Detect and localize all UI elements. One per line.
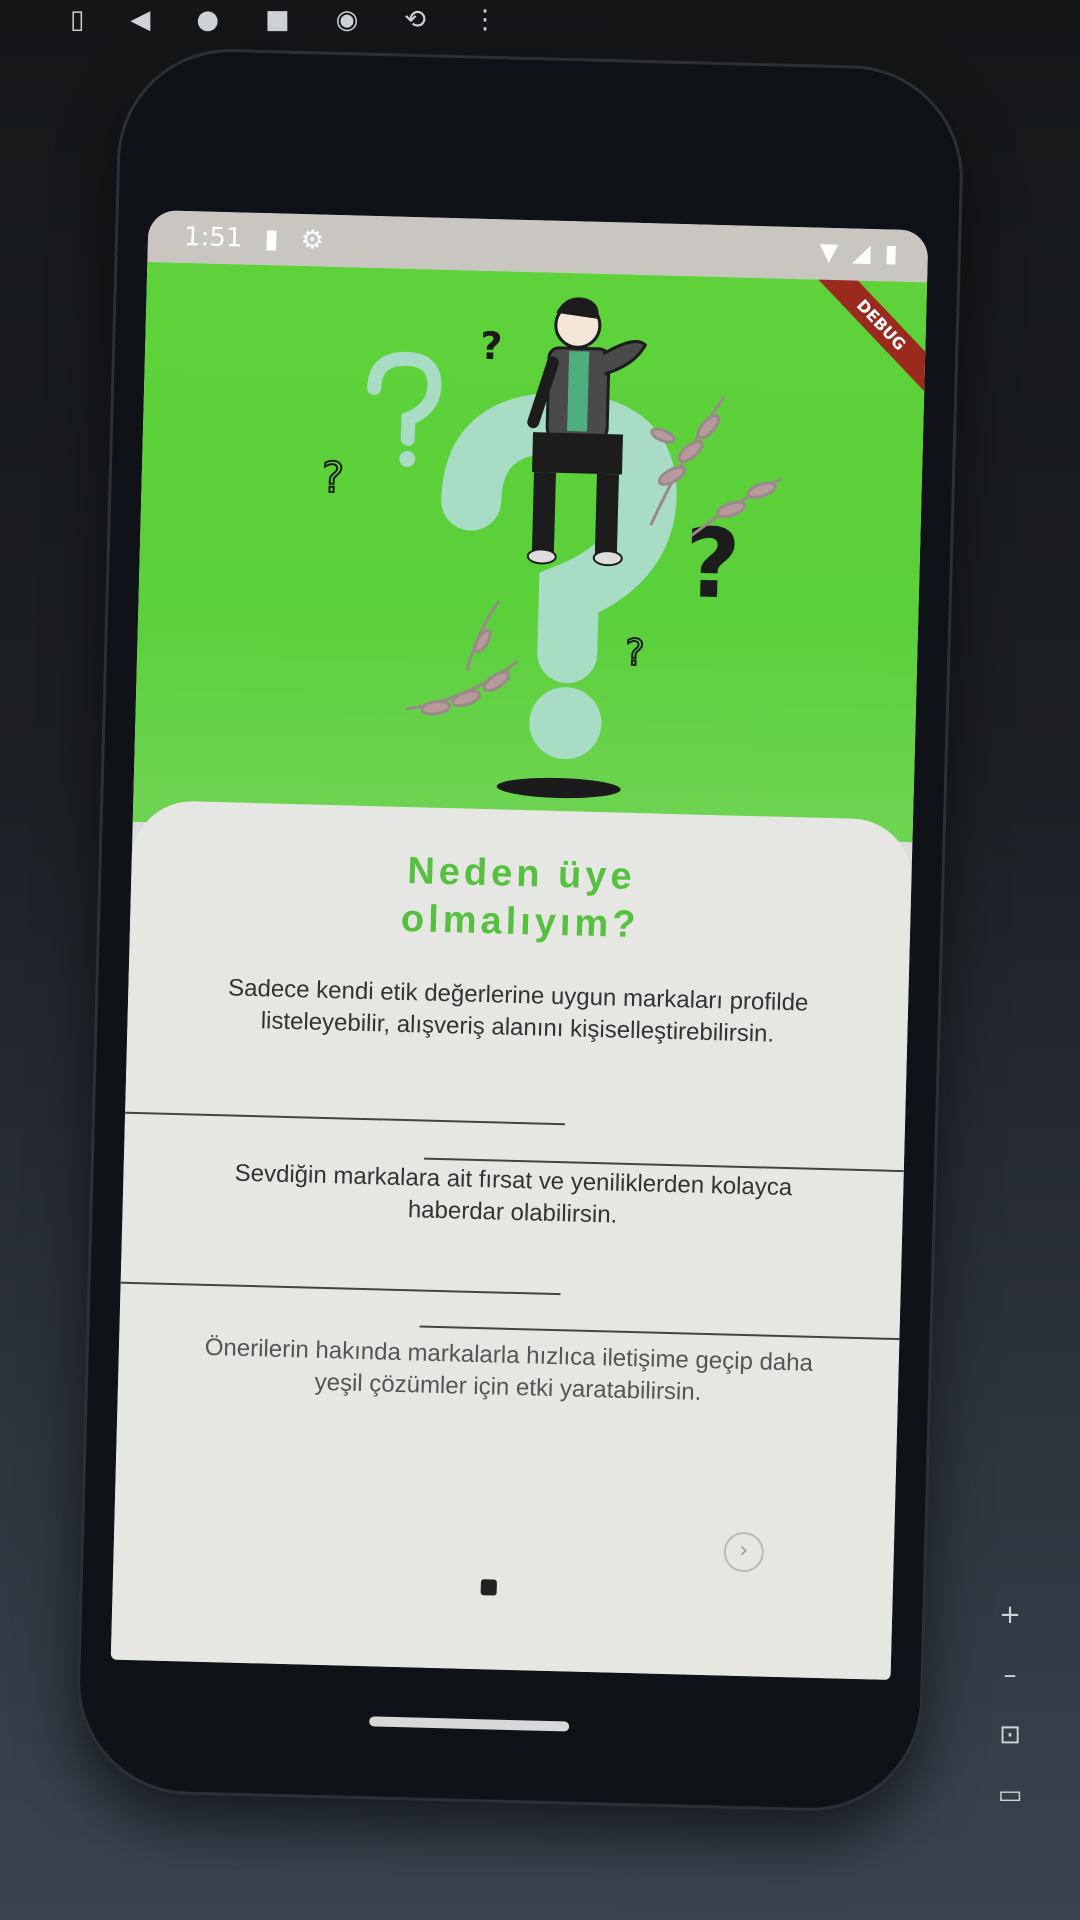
wifi-icon: ▼ — [819, 237, 839, 267]
status-time: 1:51 — [183, 221, 243, 254]
frame-icon[interactable]: ▭ — [998, 1780, 1023, 1810]
ide-status-bar — [480, 1830, 1080, 1870]
divider — [120, 1281, 561, 1296]
phone-device: 1:51 ▮ ⚙ ▼ ◢ ▮ DEBUG ? ? ? ? Neden üye o… — [77, 49, 963, 1811]
back-triangle-icon[interactable]: ◀ — [130, 5, 150, 35]
emulator-side-controls: + – ⊡ ▭ — [990, 1600, 1030, 1810]
signal-icon: ◢ — [851, 238, 871, 267]
emulator-toolbar: ▯ ◀ ● ■ ◉ ⟲ ⋮ — [0, 0, 550, 40]
more-icon[interactable]: ⋮ — [472, 5, 498, 35]
home-indicator[interactable] — [369, 1716, 570, 1732]
system-taskbar — [380, 1875, 1080, 1920]
divider — [419, 1325, 900, 1341]
svg-text:?: ? — [321, 453, 345, 503]
circle-icon[interactable]: ● — [196, 5, 219, 35]
benefit-text-3: Önerilerin hakında markalarla hızlıca il… — [204, 1333, 814, 1406]
battery-icon: ▮ — [884, 239, 899, 268]
svg-text:?: ? — [625, 633, 645, 674]
svg-text:?: ? — [683, 507, 742, 620]
benefit-text-1: Sadece kendi etik değerlerine uygun mark… — [227, 974, 809, 1048]
page-indicator-dot — [480, 1579, 497, 1596]
divider — [125, 1111, 565, 1126]
stop-icon[interactable]: ■ — [265, 5, 290, 35]
fit-icon[interactable]: ⊡ — [999, 1720, 1021, 1750]
square-icon[interactable]: ▯ — [70, 5, 84, 35]
info-card: Neden üye olmalıyım? Sadece kendi etik d… — [110, 799, 914, 1680]
confused-person-illustration: ? ? ? ? — [320, 297, 783, 799]
next-arrow-icon[interactable]: › — [723, 1531, 765, 1573]
settings-icon: ⚙ — [300, 225, 325, 256]
zoom-in-icon[interactable]: + — [999, 1600, 1021, 1630]
zoom-out-icon[interactable]: – — [1004, 1660, 1017, 1690]
hero-illustration-area: DEBUG ? ? ? ? — [132, 262, 928, 843]
camera-icon[interactable]: ◉ — [336, 5, 359, 35]
sd-card-icon: ▮ — [263, 224, 280, 255]
card-title: Neden üye olmalıyım? — [130, 840, 912, 956]
rotate-icon[interactable]: ⟲ — [404, 5, 426, 35]
benefit-text-2: Sevdiğin markalara ait fırsat ve yenilik… — [234, 1159, 793, 1229]
phone-screen: 1:51 ▮ ⚙ ▼ ◢ ▮ DEBUG ? ? ? ? Neden üye o… — [110, 210, 929, 1680]
svg-text:?: ? — [480, 324, 503, 369]
